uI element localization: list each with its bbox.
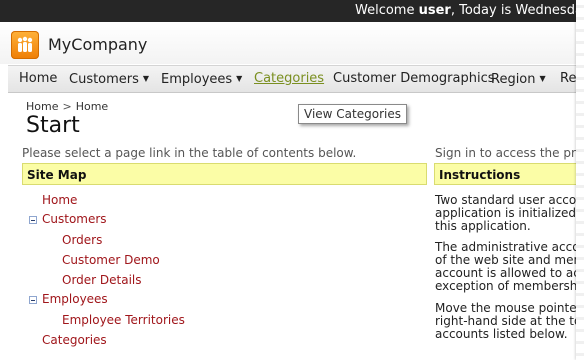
menu-item-employees[interactable]: Employees ▼: [161, 66, 242, 93]
breadcrumb: Home > Home: [26, 100, 108, 113]
instructions-paragraph: Two standard user acco application is in…: [435, 193, 583, 233]
menu-item-home[interactable]: Home: [19, 66, 57, 92]
tree-item-employee-territories[interactable]: Employee Territories: [62, 313, 185, 327]
tree-item-customers[interactable]: Customers: [42, 212, 107, 226]
dropdown-caret-icon: ▼: [539, 74, 546, 83]
tree-item-employees[interactable]: Employees: [42, 292, 108, 306]
page-title: Start: [26, 113, 80, 138]
menu-item-re[interactable]: Re: [560, 66, 576, 92]
menu-item-customers[interactable]: Customers ▼: [69, 66, 149, 93]
dropdown-caret-icon: ▼: [142, 74, 150, 83]
tree-item-customer-demo[interactable]: Customer Demo: [62, 253, 160, 267]
user-name[interactable]: user: [419, 3, 451, 18]
top-bar: Welcome user, Today is Wednesday,: [0, 0, 584, 22]
tree-item-orders[interactable]: Orders: [62, 233, 102, 247]
people-group-icon[interactable]: [11, 31, 39, 59]
sign-in-instruction: Sign in to access the pro: [435, 146, 583, 160]
menu-item-categories[interactable]: Categories: [254, 66, 324, 92]
collapse-icon[interactable]: [29, 216, 37, 224]
site-map-header: Site Map: [22, 163, 427, 185]
menu-item-customer-demographics[interactable]: Customer Demographics: [333, 66, 495, 92]
torn-edge: [576, 0, 584, 360]
tooltip: View Categories: [298, 104, 407, 124]
collapse-icon[interactable]: [29, 296, 37, 304]
dropdown-caret-icon: ▼: [236, 74, 243, 83]
tree-item-categories[interactable]: Categories: [42, 333, 107, 347]
company-name[interactable]: MyCompany: [48, 35, 147, 54]
breadcrumb-home-link[interactable]: Home: [26, 100, 58, 113]
header: MyCompany: [0, 22, 584, 64]
breadcrumb-current: Home: [75, 100, 109, 113]
welcome-message: Welcome user, Today is Wednesday,: [355, 3, 584, 18]
main-menu: Home Customers ▼ Employees ▼ Categories Cu…: [8, 65, 584, 93]
instructions-header: Instructions: [434, 163, 584, 185]
breadcrumb-separator: >: [62, 100, 72, 113]
menu-item-region[interactable]: Region ▼: [491, 66, 546, 93]
tree-item-home[interactable]: Home: [42, 193, 77, 207]
instructions-paragraph: The administrative acco of the web site …: [435, 240, 582, 293]
page: Welcome user, Today is Wednesday, MyComp…: [0, 0, 584, 360]
instructions-paragraph: Move the mouse pointer right-hand side a…: [435, 301, 582, 341]
tree-item-order-details[interactable]: Order Details: [62, 273, 142, 287]
site-map-instruction: Please select a page link in the table o…: [22, 146, 357, 160]
